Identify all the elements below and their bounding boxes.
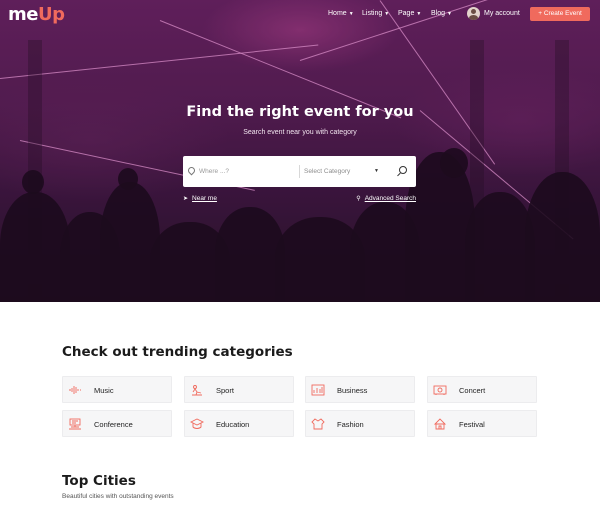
location-pin-icon (186, 165, 197, 176)
category-card-festival[interactable]: Festival (427, 410, 537, 437)
category-select-value: Select Category (304, 168, 351, 175)
category-label: Sport (216, 386, 234, 395)
logo-text: me (8, 4, 38, 25)
fashion-icon (311, 418, 325, 430)
hero-banner: meUp Home ▼ Listing ▼ Page ▼ Blog ▼ My accou… (0, 0, 600, 302)
category-card-fashion[interactable]: Fashion (305, 410, 415, 437)
my-account-link[interactable]: My account (484, 10, 520, 17)
category-label: Concert (459, 386, 486, 395)
category-select[interactable]: Select Category ▼ (304, 160, 380, 183)
category-card-sport[interactable]: Sport (184, 376, 294, 403)
logo-accent-text: Up (37, 4, 65, 25)
category-label: Fashion (337, 420, 364, 429)
hero-title: Find the right event for you (186, 104, 414, 120)
category-label: Education (216, 420, 250, 429)
nav-item-home[interactable]: Home ▼ (328, 10, 354, 17)
top-navigation: meUp Home ▼ Listing ▼ Page ▼ Blog ▼ My accou… (0, 0, 600, 30)
top-cities-title: Top Cities (62, 473, 136, 489)
nav-item-label: Blog (431, 10, 446, 17)
caret-down-icon: ▼ (374, 168, 379, 174)
business-icon (311, 384, 325, 396)
nav-item-label: Home (328, 10, 347, 17)
category-card-music[interactable]: Music (62, 376, 172, 403)
advanced-search-link[interactable]: ⚲ Advanced Search (356, 195, 416, 202)
category-label: Business (337, 386, 368, 395)
where-input[interactable] (199, 160, 295, 183)
category-label: Festival (459, 420, 485, 429)
near-me-label: Near me (192, 195, 217, 202)
search-button[interactable] (397, 165, 409, 178)
nav-item-page[interactable]: Page ▼ (398, 10, 421, 17)
advanced-search-label: Advanced Search (364, 195, 416, 202)
create-event-button[interactable]: + Create Event (530, 7, 590, 21)
nav-item-label: Page (398, 10, 415, 17)
nav-item-blog[interactable]: Blog ▼ (431, 10, 452, 17)
hero-subtitle: Search event near you with category (243, 129, 357, 136)
search-bar: Select Category ▼ (183, 156, 416, 187)
nav-item-label: Listing (362, 10, 383, 17)
sport-icon (192, 385, 202, 396)
avatar[interactable] (467, 7, 480, 20)
nav-item-listing[interactable]: Listing ▼ (362, 10, 389, 17)
categories-section-title: Check out trending categories (62, 344, 293, 360)
category-card-concert[interactable]: Concert (427, 376, 537, 403)
education-icon (190, 418, 204, 429)
meup-logo[interactable]: meUp (8, 4, 65, 25)
chevron-down-icon: ▼ (416, 11, 422, 17)
category-card-education[interactable]: Education (184, 410, 294, 437)
navigation-arrow-icon: ➤ (183, 196, 189, 202)
category-label: Conference (94, 420, 133, 429)
festival-icon (433, 418, 447, 430)
top-cities-subtitle: Beautiful cities with outstanding events (62, 493, 174, 500)
search-divider (299, 165, 300, 178)
chevron-down-icon: ▼ (384, 11, 390, 17)
category-card-business[interactable]: Business (305, 376, 415, 403)
category-card-conference[interactable]: Conference (62, 410, 172, 437)
category-label: Music (94, 386, 114, 395)
conference-icon (69, 418, 81, 430)
chevron-down-icon: ▼ (447, 11, 452, 17)
zoom-icon: ⚲ (356, 196, 361, 202)
search-icon-handle (397, 172, 401, 177)
concert-icon (433, 385, 447, 395)
music-icon (69, 386, 81, 394)
chevron-down-icon: ▼ (348, 11, 354, 17)
hero-overlay (0, 0, 600, 302)
near-me-link[interactable]: ➤ Near me (183, 195, 217, 202)
